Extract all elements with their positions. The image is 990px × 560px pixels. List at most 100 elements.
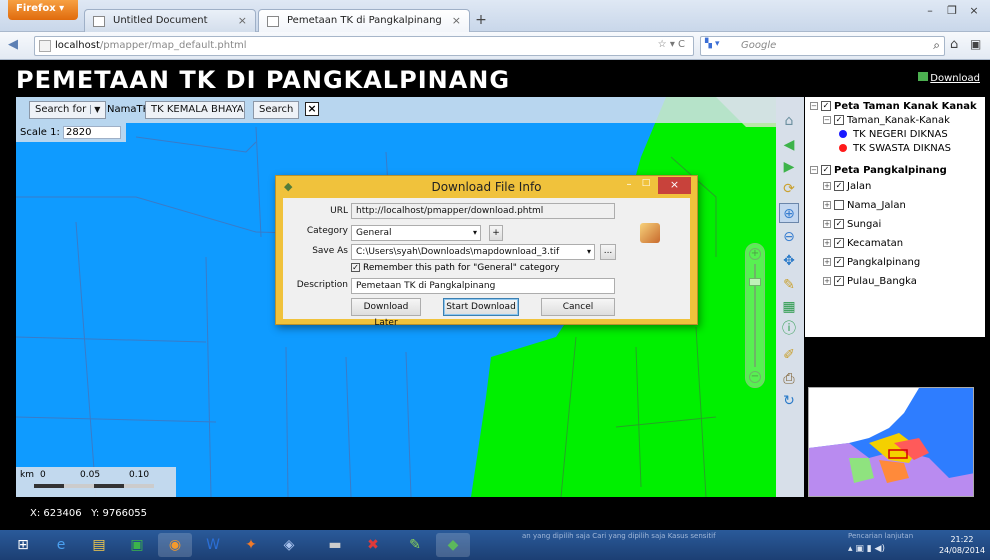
checkbox-unchecked[interactable] <box>834 200 844 210</box>
firefox-icon[interactable]: ◉ <box>158 533 192 557</box>
refresh-icon[interactable]: ⟳ <box>779 179 799 199</box>
toc-layer-sungai[interactable]: + ✓ Sungai <box>823 219 881 232</box>
close-icon[interactable]: × <box>238 14 247 27</box>
zoom-in-icon[interactable]: + <box>749 248 761 260</box>
xampp-icon[interactable]: ✖ <box>356 533 390 557</box>
minimize-icon[interactable]: – <box>622 179 636 193</box>
terminal-icon[interactable]: ▬ <box>318 533 352 557</box>
checkbox-checked[interactable]: ✓ <box>351 263 360 272</box>
google-icon[interactable]: ▚ ▾ <box>705 39 733 53</box>
browse-button[interactable]: ... <box>600 244 616 260</box>
tab-pemetaan[interactable]: Pemetaan TK di Pangkalpinang × <box>258 9 470 32</box>
measure-icon[interactable]: ✐ <box>779 345 799 365</box>
checkbox-checked[interactable]: ✓ <box>821 101 831 111</box>
search-for-select[interactable]: Search for ▼ <box>29 101 107 119</box>
collapse-icon[interactable]: − <box>810 102 818 110</box>
expand-icon[interactable]: + <box>823 182 831 190</box>
cancel-button[interactable]: Cancel <box>541 298 615 316</box>
back-arrow-icon[interactable]: ◀ <box>8 37 26 55</box>
home-icon[interactable]: ⌂ <box>950 37 966 53</box>
add-category-button[interactable]: + <box>489 225 503 241</box>
expand-icon[interactable]: + <box>823 258 831 266</box>
checkbox-checked[interactable]: ✓ <box>834 181 844 191</box>
start-download-button[interactable]: Start Download <box>443 298 519 316</box>
firefox-menu-button[interactable]: Firefox ▾ <box>8 0 78 20</box>
notepad-icon[interactable]: ✎ <box>398 533 432 557</box>
category-select[interactable]: General ▾ <box>351 225 481 241</box>
checkbox-checked[interactable]: ✓ <box>834 219 844 229</box>
toc-layer-nama-jalan[interactable]: + Nama_Jalan <box>823 200 906 213</box>
internet-explorer-icon[interactable]: e <box>44 533 78 557</box>
expand-icon[interactable]: + <box>823 201 831 209</box>
pan-icon[interactable]: ✥ <box>779 251 799 271</box>
search-button[interactable]: Search <box>253 101 300 119</box>
toc-layer-taman-kanak-kanak[interactable]: − ✓ Taman_Kanak-Kanak <box>823 115 950 128</box>
map-toolbar: ⌂ ◀ ▶ ⟳ ⊕ ⊖ ✥ ✎ ▦ ⓘ ✐ ⎙ ↻ <box>776 97 804 497</box>
app-icon[interactable]: ✦ <box>234 533 268 557</box>
collapse-icon[interactable]: − <box>810 166 818 174</box>
toc-group-taman-kanak-kanak[interactable]: − ✓ Peta Taman Kanak Kanak <box>810 101 977 114</box>
home-icon[interactable]: ⌂ <box>779 111 799 131</box>
bookmark-menu-icon[interactable]: ▣ <box>970 37 986 53</box>
checkbox-checked[interactable]: ✓ <box>834 115 844 125</box>
url-field[interactable]: http://localhost/pmapper/download.phtml <box>351 203 615 219</box>
download-later-button[interactable]: Download Later <box>351 298 421 328</box>
expand-icon[interactable]: + <box>823 220 831 228</box>
back-arrow-icon[interactable]: ◀ <box>779 135 799 155</box>
print-icon[interactable]: ⎙ <box>779 369 799 389</box>
close-icon[interactable]: × <box>305 102 319 116</box>
zoom-handle[interactable] <box>749 278 761 286</box>
pmapper-app-icon[interactable]: ◆ <box>436 533 470 557</box>
identify-icon[interactable]: ✎ <box>779 275 799 295</box>
forward-arrow-icon[interactable]: ▶ <box>779 157 799 177</box>
dialog-titlebar[interactable]: ◆ Download File Info – □ × <box>276 176 697 198</box>
scale-input[interactable]: 2820 <box>63 126 122 139</box>
close-icon[interactable]: × <box>658 177 691 194</box>
zoom-out-icon[interactable]: ⊖ <box>779 227 799 247</box>
toc-group-pangkalpinang[interactable]: − ✓ Peta Pangkalpinang <box>810 165 947 178</box>
zoom-slider[interactable]: + − <box>745 243 765 388</box>
checkbox-checked[interactable]: ✓ <box>821 165 831 175</box>
windows-start-icon[interactable]: ⊞ <box>6 533 40 557</box>
word-icon[interactable]: W <box>196 533 230 557</box>
maximize-icon[interactable]: □ <box>639 178 653 192</box>
reload-icon[interactable]: ☆ ▾ C <box>658 39 685 50</box>
expand-icon[interactable]: + <box>823 277 831 285</box>
zoom-in-icon[interactable]: ⊕ <box>779 203 799 223</box>
minimize-window-button[interactable]: – <box>920 4 940 20</box>
toc-layer-pulau-bangka[interactable]: + ✓ Pulau_Bangka <box>823 276 917 289</box>
toc-layer-pangkalpinang[interactable]: + ✓ Pangkalpinang <box>823 257 920 270</box>
close-icon[interactable]: × <box>452 14 461 27</box>
checkbox-checked[interactable]: ✓ <box>834 257 844 267</box>
search-value-select[interactable]: TK KEMALA BHAYA▼ <box>145 101 245 119</box>
new-tab-button[interactable]: + <box>472 12 490 30</box>
checkbox-checked[interactable]: ✓ <box>834 238 844 248</box>
download-link[interactable]: Download <box>918 72 980 84</box>
maximize-window-button[interactable]: ❐ <box>942 4 962 20</box>
close-window-button[interactable]: × <box>964 4 984 20</box>
save-as-field[interactable]: C:\Users\syah\Downloads\mapdownload_3.ti… <box>351 244 595 260</box>
magnifier-icon[interactable]: ⌕ <box>933 38 940 53</box>
description-label: Description <box>296 280 348 290</box>
checkbox-checked[interactable]: ✓ <box>834 276 844 286</box>
toc-layer-kecamatan[interactable]: + ✓ Kecamatan <box>823 238 903 251</box>
system-clock[interactable]: 21:22 24/08/2014 <box>938 534 986 556</box>
search-input[interactable]: ▚ ▾ Google ⌕ <box>700 36 945 56</box>
collapse-icon[interactable]: − <box>823 116 831 124</box>
info-icon[interactable]: ⓘ <box>779 319 799 339</box>
tray-icons[interactable]: ▴ ▣ ▮ ◀) <box>848 544 885 554</box>
description-field[interactable]: Pemetaan TK di Pangkalpinang <box>351 278 615 294</box>
file-explorer-icon[interactable]: ▤ <box>82 533 116 557</box>
select-icon[interactable]: ▦ <box>779 297 799 317</box>
expand-icon[interactable]: + <box>823 239 831 247</box>
toc-layer-label: Pangkalpinang <box>847 257 921 268</box>
tab-untitled-document[interactable]: Untitled Document × <box>84 9 256 32</box>
zoom-out-icon[interactable]: − <box>749 371 761 383</box>
overview-map[interactable] <box>808 387 974 497</box>
remember-path-checkbox[interactable]: ✓ Remember this path for "General" catego… <box>351 263 560 273</box>
app-icon[interactable]: ◈ <box>272 533 306 557</box>
store-icon[interactable]: ▣ <box>120 533 154 557</box>
toc-layer-jalan[interactable]: + ✓ Jalan <box>823 181 871 194</box>
address-bar[interactable]: localhost/pmapper/map_default.phtml ☆ ▾ … <box>34 36 694 56</box>
reload-icon[interactable]: ↻ <box>779 391 799 411</box>
